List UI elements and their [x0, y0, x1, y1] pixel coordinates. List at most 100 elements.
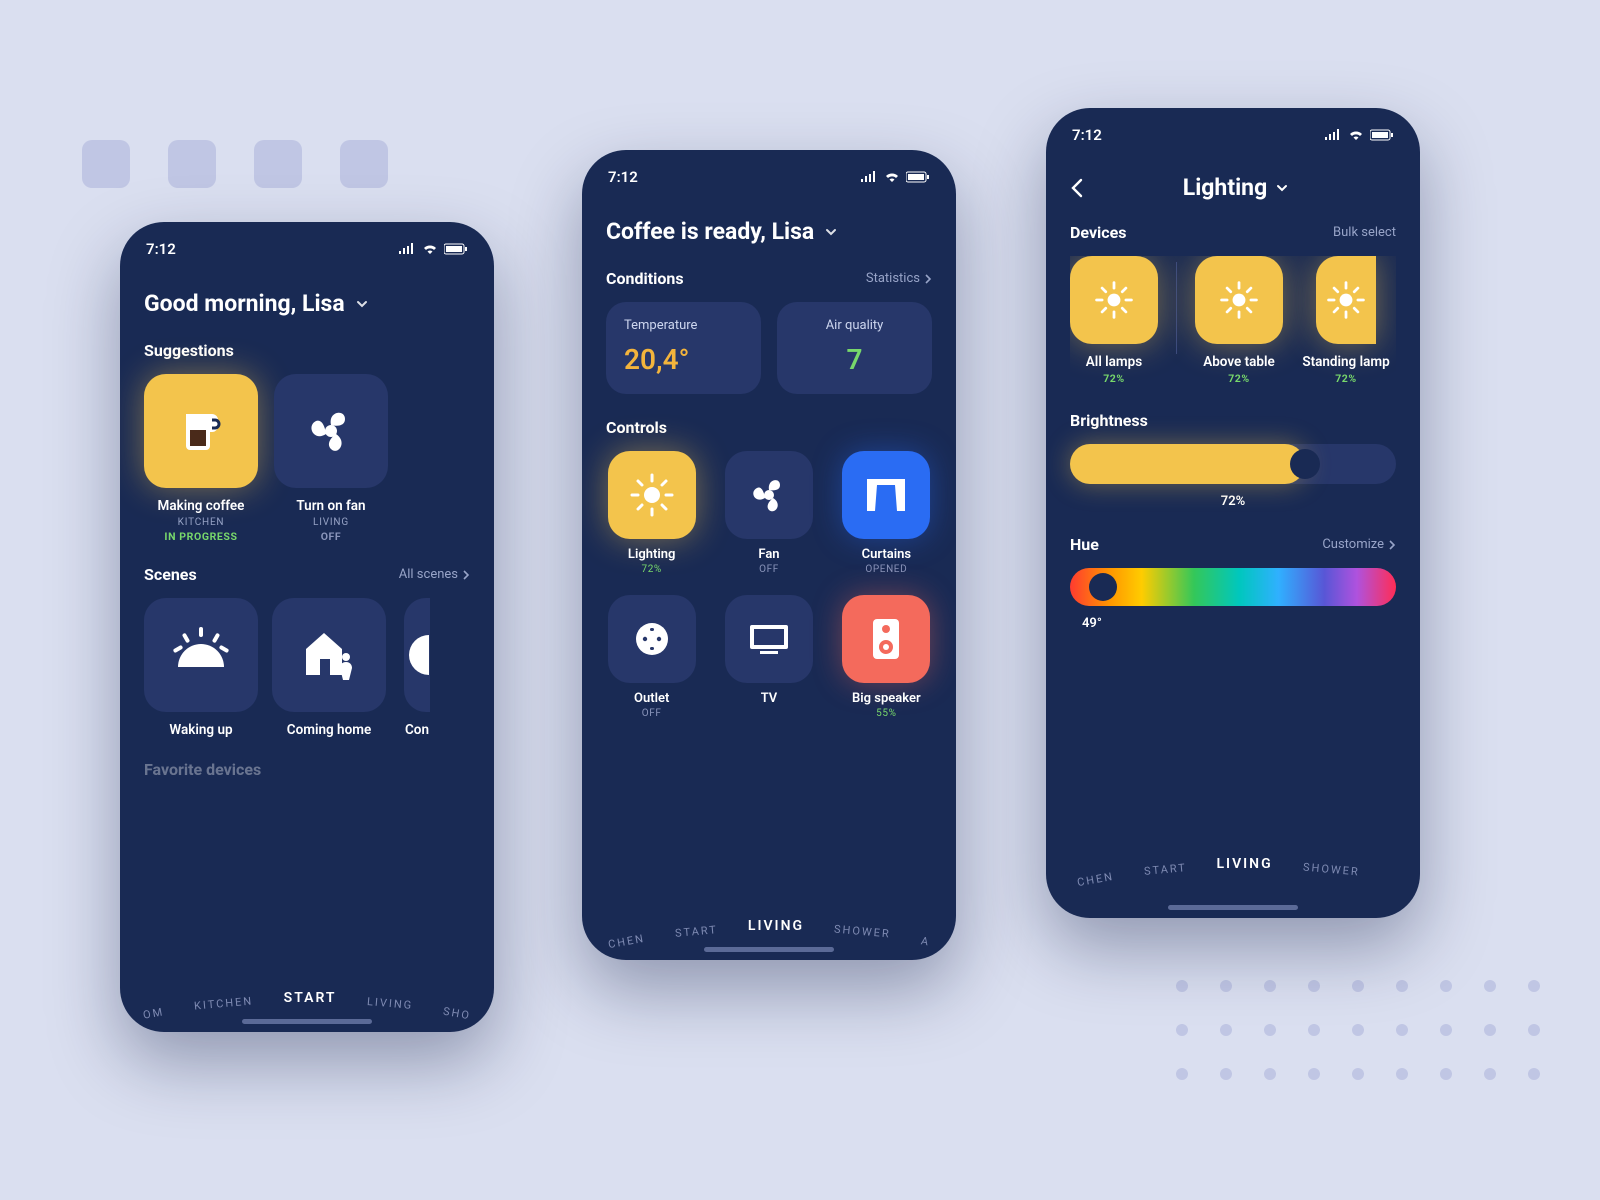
sun-icon [1195, 256, 1283, 344]
sun-icon [1070, 256, 1158, 344]
device-standing-lamp[interactable]: Standing lamp 72% [1301, 256, 1391, 385]
status-icons [398, 243, 468, 255]
control-lighting[interactable]: Lighting 72% [606, 451, 697, 575]
scene-coming-home[interactable]: Coming home [272, 598, 386, 738]
hue-slider[interactable] [1070, 568, 1396, 606]
control-outlet[interactable]: Outlet OFF [606, 595, 697, 719]
control-name: Lighting [628, 547, 675, 562]
scenes-label: Scenes [144, 565, 197, 584]
slider-thumb[interactable] [1089, 573, 1117, 601]
device-pct: 72% [1103, 372, 1125, 385]
room-nav[interactable]: CHEN START LIVING SHOWER [1046, 856, 1420, 872]
home-indicator [1168, 905, 1298, 910]
all-scenes-link[interactable]: All scenes [399, 567, 470, 582]
control-curtains[interactable]: Curtains OPENED [841, 451, 932, 575]
curtains-icon [842, 451, 930, 539]
fan-icon [725, 451, 813, 539]
scene-title: Con [405, 722, 429, 738]
coffee-icon [144, 374, 258, 488]
phone-home: 7:12 Good morning, Lisa Suggestions [120, 222, 494, 1032]
suggestion-title: Making coffee [158, 498, 245, 514]
scene-waking-up[interactable]: Waking up [144, 598, 258, 738]
device-name: Standing lamp [1302, 354, 1389, 370]
room-nav[interactable]: CHEN START LIVING SHOWER A [582, 918, 956, 934]
device-pct: 72% [1335, 372, 1357, 385]
greeting-dropdown[interactable]: Good morning, Lisa [144, 290, 470, 317]
suggestion-status: IN PROGRESS [164, 530, 237, 543]
hue-label: Hue [1070, 535, 1099, 554]
scene-title: Coming home [287, 722, 371, 738]
status-time: 7:12 [1072, 126, 1102, 144]
status-bar: 7:12 [120, 222, 494, 264]
control-name: TV [761, 691, 778, 706]
scene-title: Waking up [169, 722, 232, 738]
control-name: Outlet [634, 691, 669, 706]
brightness-slider[interactable] [1070, 444, 1396, 484]
control-tv[interactable]: TV [723, 595, 814, 719]
home-indicator [704, 947, 834, 952]
control-status: OPENED [865, 564, 907, 575]
conditions-label: Conditions [606, 269, 684, 288]
status-time: 7:12 [146, 240, 176, 258]
suggestion-title: Turn on fan [296, 498, 365, 514]
divider [1176, 262, 1177, 354]
room-nav[interactable]: OM KITCHEN START LIVING SHO [120, 990, 494, 1006]
condition-label: Air quality [795, 318, 914, 333]
scene-partial[interactable]: Con [400, 598, 434, 738]
greeting-dropdown[interactable]: Coffee is ready, Lisa [606, 218, 932, 245]
device-above-table[interactable]: Above table 72% [1195, 256, 1283, 385]
control-name: Big speaker [852, 691, 921, 706]
control-status: 55% [876, 708, 896, 719]
greeting-text: Good morning, Lisa [144, 290, 345, 317]
suggestions-label: Suggestions [144, 341, 234, 360]
tv-icon [725, 595, 813, 683]
control-status: 72% [641, 564, 661, 575]
chevron-down-icon [1275, 181, 1289, 195]
page-title-dropdown[interactable]: Lighting [1183, 174, 1289, 201]
status-bar: 7:12 [582, 150, 956, 192]
partial-icon [404, 598, 430, 712]
suggestion-turn-on-fan[interactable]: Turn on fan LIVING OFF [274, 374, 388, 543]
slider-thumb[interactable] [1290, 449, 1320, 479]
suggestion-making-coffee[interactable]: Making coffee KITCHEN IN PROGRESS [144, 374, 258, 543]
phone-lighting: 7:12 Lighting Devices Bulk select [1046, 108, 1420, 918]
phone-room: 7:12 Coffee is ready, Lisa Conditions St… [582, 150, 956, 960]
device-pct: 72% [1228, 372, 1250, 385]
brightness-value: 72% [1070, 494, 1396, 509]
control-name: Curtains [862, 547, 911, 562]
fan-icon [274, 374, 388, 488]
greeting-text: Coffee is ready, Lisa [606, 218, 814, 245]
control-fan[interactable]: Fan OFF [723, 451, 814, 575]
control-status: OFF [642, 708, 662, 719]
condition-temperature[interactable]: Temperature 20,4° [606, 302, 761, 394]
control-name: Fan [758, 547, 779, 562]
status-icons [1324, 129, 1394, 141]
controls-label: Controls [606, 418, 667, 437]
status-time: 7:12 [608, 168, 638, 186]
condition-label: Temperature [624, 318, 743, 333]
chevron-right-icon [924, 274, 932, 284]
chevron-left-icon [1070, 178, 1084, 198]
back-button[interactable] [1070, 178, 1084, 198]
device-all-lamps[interactable]: All lamps 72% [1070, 256, 1158, 385]
control-big-speaker[interactable]: Big speaker 55% [841, 595, 932, 719]
suggestion-status: OFF [321, 530, 342, 543]
condition-air-quality[interactable]: Air quality 7 [777, 302, 932, 394]
outlet-icon [608, 595, 696, 683]
brightness-label: Brightness [1070, 411, 1148, 430]
customize-link[interactable]: Customize [1322, 537, 1396, 552]
device-name: Above table [1203, 354, 1275, 370]
chevron-down-icon [824, 225, 838, 239]
page-title: Lighting [1183, 174, 1267, 201]
chevron-down-icon [355, 297, 369, 311]
devices-label: Devices [1070, 223, 1126, 242]
sun-icon [1316, 256, 1376, 344]
bulk-select-link[interactable]: Bulk select [1333, 225, 1396, 240]
control-status: OFF [759, 564, 779, 575]
statistics-link[interactable]: Statistics [866, 271, 932, 286]
suggestion-room: KITCHEN [178, 517, 225, 528]
home-person-icon [272, 598, 386, 712]
sunrise-icon [144, 598, 258, 712]
condition-value: 20,4° [624, 343, 743, 376]
chevron-right-icon [1388, 540, 1396, 550]
